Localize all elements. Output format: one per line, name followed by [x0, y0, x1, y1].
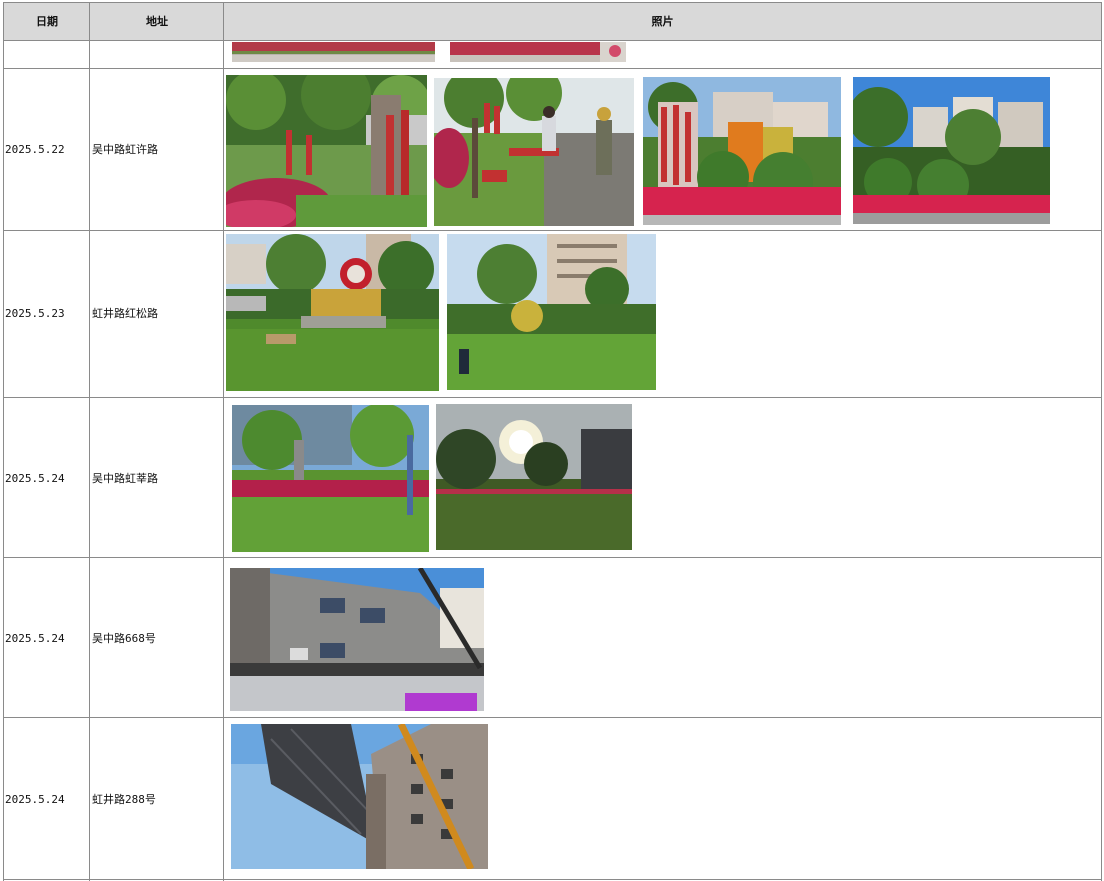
row-address: 吴中路虹莘路	[92, 472, 158, 485]
grid-line	[3, 557, 1102, 558]
site-photo-roadside-trees	[232, 405, 429, 552]
grid-line	[3, 230, 1102, 231]
site-photo-flowerbed	[450, 42, 626, 62]
header-photos: 照片	[651, 15, 674, 28]
row-date: 2025.5.24	[5, 632, 65, 645]
grid-line	[89, 2, 90, 881]
photo-record-table: 日期 地址 照片 2025.5.22 吴中路虹许路 2025.5.23 虹井路红…	[3, 0, 1102, 881]
grid-line	[1101, 2, 1102, 881]
site-photo-building-facade	[230, 568, 484, 711]
site-photo-flowerbed	[232, 42, 435, 62]
row-address: 虹井路288号	[92, 793, 156, 806]
site-photo-roundabout-garden	[853, 77, 1050, 224]
row-address: 吴中路虹许路	[92, 143, 158, 156]
site-photo-sculpture-lawn	[226, 234, 439, 391]
site-photo-residential-green	[447, 234, 656, 390]
row-address: 虹井路红松路	[92, 307, 158, 320]
grid-line	[3, 2, 4, 881]
header-date: 日期	[36, 15, 58, 28]
site-photo-park-installation	[226, 75, 427, 227]
site-photo-sunlit-lawn	[436, 404, 632, 550]
site-photo-billboard-removal	[231, 724, 488, 869]
row-date: 2025.5.23	[5, 307, 65, 320]
row-address: 吴中路668号	[92, 632, 156, 645]
row-date: 2025.5.24	[5, 472, 65, 485]
grid-line	[3, 717, 1102, 718]
grid-line	[3, 397, 1102, 398]
site-photo-workers-lawn	[434, 78, 634, 226]
site-photo-flower-display	[643, 77, 841, 225]
header-address: 地址	[146, 15, 168, 28]
grid-line	[223, 2, 224, 881]
row-date: 2025.5.24	[5, 793, 65, 806]
table-header: 日期 地址 照片	[3, 2, 1102, 41]
grid-line	[3, 879, 1102, 880]
row-date: 2025.5.22	[5, 143, 65, 156]
grid-line	[3, 68, 1102, 69]
